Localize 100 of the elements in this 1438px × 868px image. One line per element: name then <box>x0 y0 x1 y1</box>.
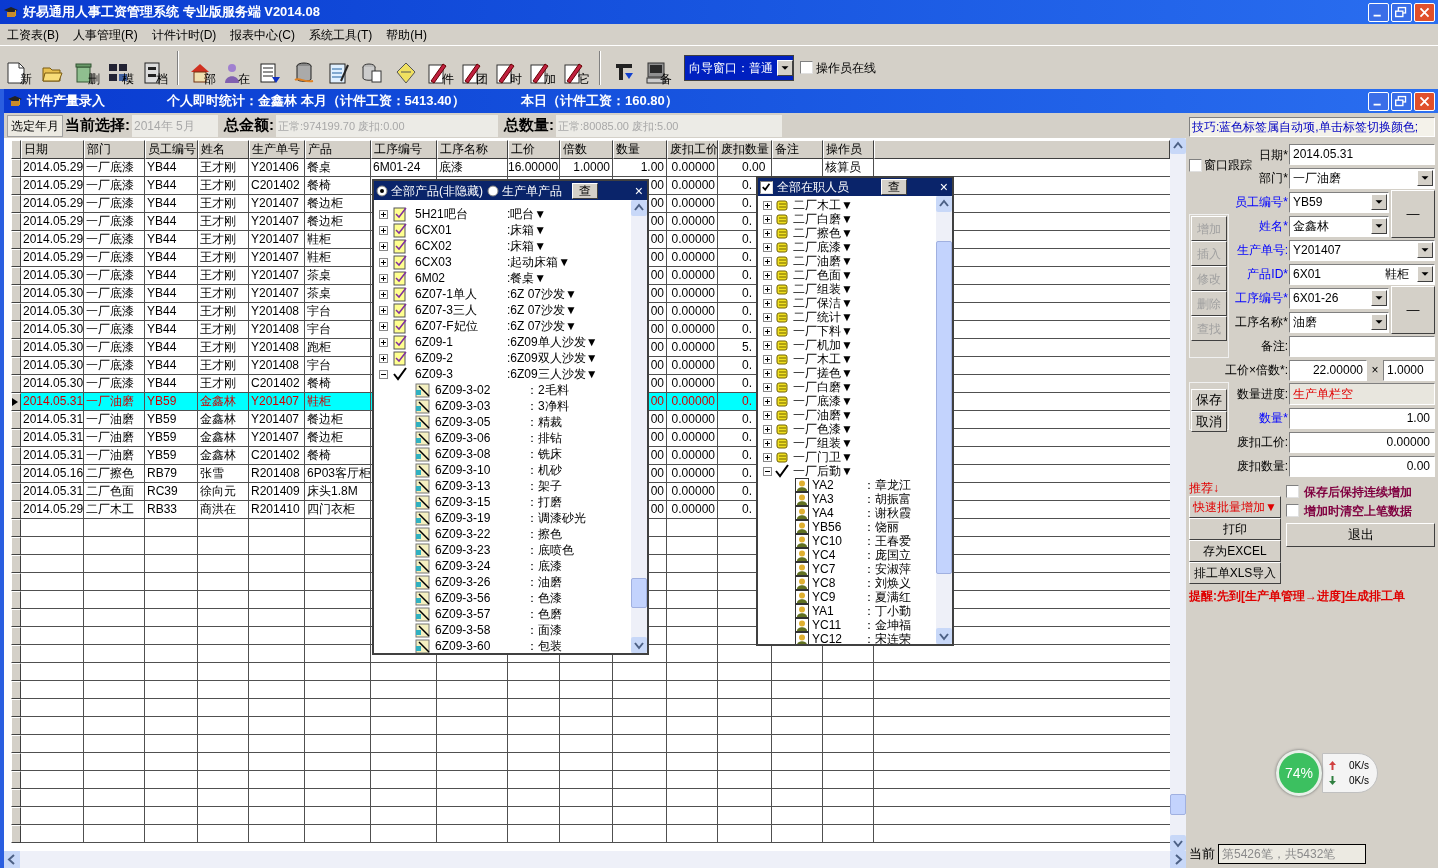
side-button[interactable]: — <box>1391 286 1435 334</box>
product-name[interactable]: :床箱▼ <box>507 221 547 239</box>
row-header[interactable] <box>11 231 21 249</box>
row-header[interactable] <box>11 483 21 501</box>
process-name[interactable]: ：底喷色 <box>526 541 574 559</box>
scroll-up-icon[interactable] <box>631 200 647 216</box>
process-code[interactable]: 6Z09-3-22 <box>435 525 526 543</box>
action-button[interactable]: 存为EXCEL <box>1189 540 1281 562</box>
caret-icon[interactable] <box>1417 170 1433 186</box>
process-name[interactable]: ：2毛料 <box>526 381 569 399</box>
action-button[interactable]: 打印 <box>1189 518 1281 540</box>
expand-icon[interactable] <box>763 438 772 448</box>
field-label[interactable]: 废扣工价: <box>1236 433 1288 451</box>
wizard-dropdown[interactable]: 向导窗口：普通 <box>684 54 794 81</box>
close-icon[interactable] <box>1414 91 1435 111</box>
column-header[interactable]: 备注 <box>772 140 823 159</box>
product-name[interactable]: :起动床箱▼ <box>507 253 571 271</box>
expand-icon[interactable] <box>763 396 772 406</box>
expand-icon[interactable] <box>763 382 772 392</box>
scrollbar[interactable] <box>631 200 647 653</box>
toolbar-button[interactable]: 时 <box>492 48 524 87</box>
expand-icon[interactable] <box>763 228 772 238</box>
field-label[interactable]: 工价×倍数*: <box>1225 361 1288 379</box>
minimize-icon[interactable] <box>1368 91 1389 111</box>
product-code[interactable]: 6Z07-F妃位 <box>415 317 507 335</box>
expand-icon[interactable] <box>763 298 772 308</box>
search-button[interactable]: 查 <box>881 179 907 195</box>
menu-item[interactable]: 帮助(H) <box>381 25 432 44</box>
column-header[interactable]: 操作员 <box>823 140 874 159</box>
row-header[interactable] <box>11 825 21 843</box>
product-code[interactable]: 6CX03 <box>415 253 507 271</box>
radio-icon[interactable] <box>487 184 499 197</box>
product-code[interactable]: 6Z07-1单人 <box>415 285 507 303</box>
scroll-down-icon[interactable] <box>631 637 647 653</box>
process-name[interactable]: ：精裁 <box>526 413 562 431</box>
scroll-left-icon[interactable] <box>4 851 20 868</box>
field-label[interactable]: 姓名* <box>1259 217 1288 235</box>
radio-option[interactable]: 全部产品(非隐藏) <box>376 181 483 200</box>
process-code[interactable]: 6Z09-3-13 <box>435 477 526 495</box>
select-month-button[interactable]: 选定年月 <box>7 114 63 137</box>
process-code[interactable]: 6Z09-3-02 <box>435 381 526 399</box>
process-code[interactable]: 6Z09-3-10 <box>435 461 526 479</box>
scroll-down-icon[interactable] <box>936 628 952 644</box>
product-code[interactable]: 6CX01 <box>415 221 507 239</box>
row-header[interactable] <box>11 717 21 735</box>
checkbox[interactable] <box>1286 504 1299 517</box>
caret-icon[interactable] <box>1417 266 1433 282</box>
expand-icon[interactable] <box>379 241 388 251</box>
row-header[interactable] <box>11 663 21 681</box>
field-label[interactable]: 部门* <box>1259 169 1288 187</box>
expand-icon[interactable] <box>763 270 772 280</box>
product-name[interactable]: :6Z 07沙发▼ <box>507 285 577 303</box>
text-field[interactable]: 2014.05.31 <box>1289 143 1435 165</box>
column-header[interactable]: 日期 <box>21 140 84 159</box>
row-header[interactable] <box>11 375 21 393</box>
row-header[interactable] <box>11 177 21 195</box>
collapse-icon[interactable] <box>763 466 772 476</box>
row-header[interactable] <box>11 267 21 285</box>
window-follow-checkbox[interactable]: 窗口跟踪 <box>1189 156 1252 174</box>
row-header[interactable] <box>11 555 21 573</box>
scroll-right-icon[interactable] <box>1170 851 1186 868</box>
expand-icon[interactable] <box>763 200 772 210</box>
toolbar-button[interactable]: 加 <box>526 48 558 87</box>
expand-icon[interactable] <box>763 284 772 294</box>
toolbar-button[interactable]: 部 <box>186 48 218 87</box>
expand-icon[interactable] <box>379 289 388 299</box>
dropdown-field[interactable]: 6X01 鞋柜 <box>1289 263 1435 285</box>
row-header[interactable] <box>11 429 21 447</box>
scrollbar[interactable] <box>936 196 952 644</box>
row-header[interactable] <box>11 357 21 375</box>
column-header[interactable]: 姓名 <box>198 140 249 159</box>
process-code[interactable]: 6Z09-3-24 <box>435 557 526 575</box>
scrollbar[interactable] <box>1170 138 1186 851</box>
process-name[interactable]: ：底漆 <box>526 557 562 575</box>
row-header[interactable] <box>11 411 21 429</box>
side-button[interactable]: — <box>1391 190 1435 238</box>
process-name[interactable]: ：色漆 <box>526 589 562 607</box>
scroll-down-icon[interactable] <box>1170 835 1186 851</box>
text-field[interactable] <box>1289 335 1435 357</box>
product-name[interactable]: :床箱▼ <box>507 237 547 255</box>
process-name[interactable]: ：排钻 <box>526 429 562 447</box>
row-header[interactable] <box>11 213 21 231</box>
scroll-thumb[interactable] <box>936 241 952 574</box>
menu-item[interactable]: 系统工具(T) <box>304 25 378 44</box>
expand-icon[interactable] <box>763 326 772 336</box>
process-code[interactable]: 6Z09-3-26 <box>435 573 526 591</box>
toolbar-button[interactable]: 备 <box>642 48 674 87</box>
field-label[interactable]: 工序编号* <box>1235 289 1288 307</box>
restore-icon[interactable] <box>1391 2 1412 22</box>
toolbar-button[interactable]: 新 <box>2 48 34 87</box>
checkbox[interactable] <box>1189 158 1202 172</box>
process-name[interactable]: ：色磨 <box>526 605 562 623</box>
expand-icon[interactable] <box>763 340 772 350</box>
menu-item[interactable]: 计件计时(D) <box>146 25 222 44</box>
restore-icon[interactable] <box>1391 91 1412 111</box>
toolbar-button[interactable]: 团 <box>458 48 490 87</box>
expand-icon[interactable] <box>763 354 772 364</box>
field-label[interactable]: 日期* <box>1259 148 1288 162</box>
process-name[interactable]: ：擦色 <box>526 525 562 543</box>
expand-icon[interactable] <box>763 256 772 266</box>
